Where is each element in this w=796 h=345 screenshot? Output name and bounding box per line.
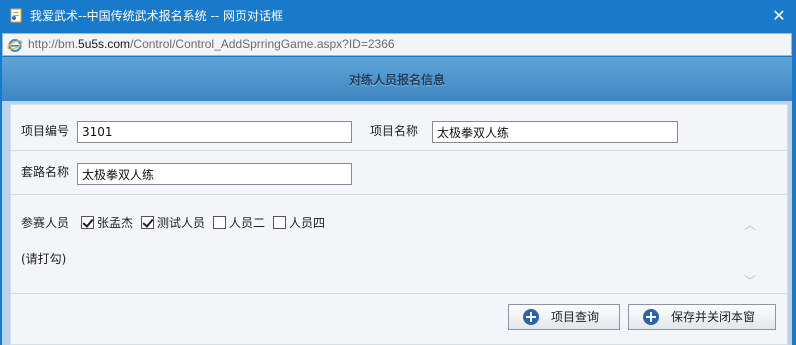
checkbox-unchecked[interactable] <box>273 216 286 229</box>
checkbox-unchecked[interactable] <box>213 216 226 229</box>
check-hint: (请打勾) <box>21 252 67 266</box>
window-title: 我爱武术--中国传统武术报名系统 -- 网页对话框 <box>30 9 283 23</box>
title-bar: 我爱武术--中国传统武术报名系统 -- 网页对话框 ✕ <box>0 0 796 32</box>
participants-scrollbar[interactable]: ︿ ﹀ <box>741 203 759 293</box>
checkbox-checked[interactable] <box>141 216 154 229</box>
project-no-label: 项目编号 <box>21 124 70 138</box>
url-text: http://bm.5u5s.com/Control/Control_AddSp… <box>28 37 395 52</box>
page-icon <box>10 8 22 23</box>
routine-name-label: 套路名称 <box>21 165 70 179</box>
save-close-button[interactable]: 保存并关闭本窗 <box>628 304 776 330</box>
ie-icon <box>7 39 23 52</box>
form-panel: 项目编号 项目名称 套路名称 参赛人员 张孟杰 测试人员 <box>10 104 788 345</box>
checkbox-checked[interactable] <box>81 216 94 229</box>
url-path: /Control/Control_AddSprringGame.aspx?ID=… <box>130 37 395 51</box>
project-name-label: 项目名称 <box>370 124 419 138</box>
project-no-input[interactable] <box>77 121 352 143</box>
project-name-input[interactable] <box>432 121 678 143</box>
save-close-label: 保存并关闭本窗 <box>671 310 756 324</box>
dialog-content: 对练人员报名信息 项目编号 项目名称 套路名称 参赛人员 张孟杰 <box>2 57 792 345</box>
form-row-participants <box>11 195 787 293</box>
plus-icon <box>643 309 659 325</box>
project-query-button[interactable]: 项目查询 <box>508 304 620 330</box>
participant-name: 人员四 <box>289 216 326 230</box>
url-domain: 5u5s.com <box>78 37 131 51</box>
participant-name: 人员二 <box>229 216 266 230</box>
url-prefix: http://bm. <box>28 37 79 51</box>
participant-name: 张孟杰 <box>97 216 134 230</box>
scroll-up-icon[interactable]: ︿ <box>741 217 759 233</box>
dialog-window: 我爱武术--中国传统武术报名系统 -- 网页对话框 ✕ http://bm.5u… <box>0 0 796 345</box>
form-row-project: 项目编号 项目名称 <box>11 105 787 150</box>
button-bar: 项目查询 保存并关闭本窗 <box>11 294 787 344</box>
form-row-routine: 套路名称 <box>11 151 787 194</box>
participants-label: 参赛人员 <box>21 216 70 230</box>
participant-name: 测试人员 <box>157 216 206 230</box>
project-query-label: 项目查询 <box>551 310 600 324</box>
routine-name-input[interactable] <box>77 163 352 185</box>
address-bar: http://bm.5u5s.com/Control/Control_AddSp… <box>2 33 792 56</box>
page-title: 对练人员报名信息 <box>348 73 445 87</box>
close-icon[interactable]: ✕ <box>768 6 790 26</box>
scroll-down-icon[interactable]: ﹀ <box>741 273 759 289</box>
header-band: 对练人员报名信息 <box>2 57 792 101</box>
plus-icon <box>523 309 539 325</box>
